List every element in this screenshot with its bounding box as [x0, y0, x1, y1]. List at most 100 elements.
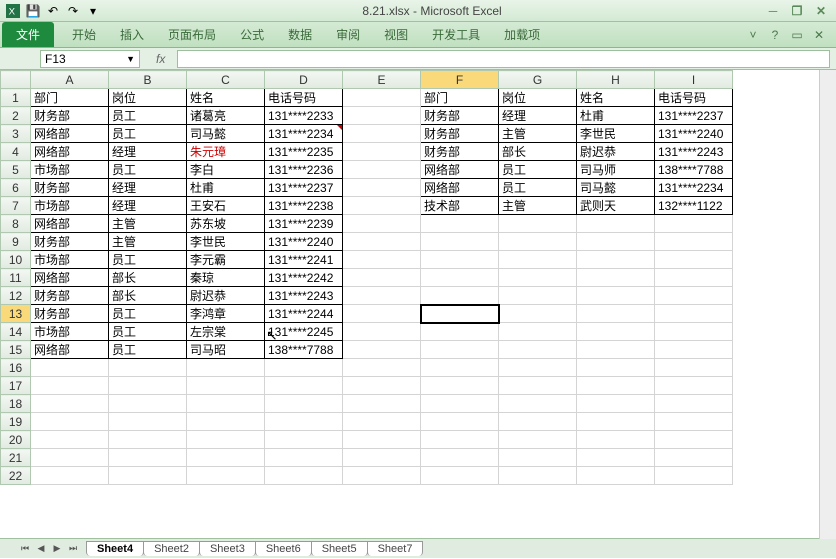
cell[interactable] — [499, 395, 577, 413]
row-header[interactable]: 5 — [1, 161, 31, 179]
cell[interactable]: 员工 — [499, 161, 577, 179]
cell[interactable] — [655, 215, 733, 233]
cell[interactable]: 131****2239 — [265, 215, 343, 233]
cell[interactable] — [577, 449, 655, 467]
cell[interactable] — [343, 233, 421, 251]
cell[interactable]: 秦琼 — [187, 269, 265, 287]
column-header[interactable]: E — [343, 71, 421, 89]
cell[interactable]: 员工 — [109, 323, 187, 341]
cell[interactable]: 李鸿章 — [187, 305, 265, 323]
cell[interactable]: 杜甫 — [577, 107, 655, 125]
cell[interactable]: 131****2243 — [655, 143, 733, 161]
cell[interactable] — [343, 323, 421, 341]
cell[interactable]: 李世民 — [187, 233, 265, 251]
row-header[interactable]: 18 — [1, 395, 31, 413]
row-header[interactable]: 2 — [1, 107, 31, 125]
ribbon-tab[interactable]: 数据 — [276, 22, 324, 47]
cell[interactable]: 部长 — [109, 287, 187, 305]
cell[interactable]: 网络部 — [421, 179, 499, 197]
column-header[interactable]: H — [577, 71, 655, 89]
cell[interactable] — [31, 359, 109, 377]
cell[interactable] — [421, 395, 499, 413]
cell[interactable]: 131****2240 — [265, 233, 343, 251]
cell[interactable]: 司马懿 — [577, 179, 655, 197]
cell[interactable] — [421, 359, 499, 377]
cell[interactable] — [343, 143, 421, 161]
cell[interactable] — [655, 287, 733, 305]
cell[interactable]: 131****2240 — [655, 125, 733, 143]
cell[interactable]: 李白 — [187, 161, 265, 179]
cell[interactable]: 岗位 — [499, 89, 577, 107]
cell[interactable]: 财务部 — [31, 179, 109, 197]
cell[interactable] — [655, 269, 733, 287]
cell[interactable] — [343, 215, 421, 233]
cell[interactable]: 131****2244 — [265, 305, 343, 323]
cell[interactable] — [187, 467, 265, 485]
cell[interactable] — [421, 251, 499, 269]
cell[interactable]: 131****2241 — [265, 251, 343, 269]
cell[interactable]: 网络部 — [421, 161, 499, 179]
column-header[interactable]: I — [655, 71, 733, 89]
row-header[interactable]: 14 — [1, 323, 31, 341]
name-box-dropdown-icon[interactable]: ▼ — [126, 54, 135, 64]
row-header[interactable]: 1 — [1, 89, 31, 107]
cell[interactable] — [577, 269, 655, 287]
cell[interactable]: 员工 — [109, 107, 187, 125]
cell[interactable]: 部门 — [31, 89, 109, 107]
cell[interactable] — [343, 89, 421, 107]
cell[interactable] — [655, 305, 733, 323]
row-header[interactable]: 17 — [1, 377, 31, 395]
cell[interactable] — [499, 359, 577, 377]
sheet-tab[interactable]: Sheet3 — [199, 541, 256, 556]
cell[interactable]: 诸葛亮 — [187, 107, 265, 125]
cell[interactable] — [577, 341, 655, 359]
minimize-button[interactable]: ─ — [762, 2, 784, 20]
row-header[interactable]: 13 — [1, 305, 31, 323]
column-header[interactable]: C — [187, 71, 265, 89]
ribbon-tab[interactable]: 审阅 — [324, 22, 372, 47]
row-header[interactable]: 11 — [1, 269, 31, 287]
ribbon-expand-icon[interactable]: ▭ — [788, 26, 806, 44]
cell[interactable] — [577, 431, 655, 449]
cell[interactable] — [499, 323, 577, 341]
next-sheet-icon[interactable]: ▶ — [50, 542, 64, 556]
cell[interactable] — [31, 377, 109, 395]
cell[interactable]: 经理 — [499, 107, 577, 125]
cell[interactable] — [421, 269, 499, 287]
undo-icon[interactable]: ↶ — [44, 2, 62, 20]
sheet-tab[interactable]: Sheet7 — [367, 541, 424, 556]
ribbon-minimize-icon[interactable]: ˅ — [744, 26, 762, 44]
cell[interactable]: 131****2236 — [265, 161, 343, 179]
cell[interactable] — [31, 395, 109, 413]
cell[interactable] — [577, 251, 655, 269]
row-header[interactable]: 21 — [1, 449, 31, 467]
cell[interactable]: 部门 — [421, 89, 499, 107]
fx-icon[interactable]: fx — [150, 52, 171, 66]
cell[interactable]: 131****2234 — [265, 125, 343, 143]
row-header[interactable]: 3 — [1, 125, 31, 143]
cell[interactable]: 左宗棠 — [187, 323, 265, 341]
cell[interactable]: 技术部 — [421, 197, 499, 215]
cell[interactable]: 131****2237 — [265, 179, 343, 197]
cell[interactable] — [421, 467, 499, 485]
cell[interactable] — [421, 449, 499, 467]
cell[interactable] — [265, 377, 343, 395]
sheet-tab[interactable]: Sheet6 — [255, 541, 312, 556]
cell[interactable]: 财务部 — [421, 107, 499, 125]
cell[interactable]: 主管 — [499, 197, 577, 215]
cell[interactable]: 部长 — [109, 269, 187, 287]
cell[interactable]: 市场部 — [31, 251, 109, 269]
cell[interactable]: 尉迟恭 — [187, 287, 265, 305]
cell[interactable]: 岗位 — [109, 89, 187, 107]
cell[interactable] — [577, 377, 655, 395]
last-sheet-icon[interactable]: ⏭ — [66, 542, 80, 556]
ribbon-tab[interactable]: 页面布局 — [156, 22, 228, 47]
cell[interactable] — [499, 413, 577, 431]
cell[interactable] — [343, 413, 421, 431]
cell[interactable] — [31, 467, 109, 485]
ribbon-tab[interactable]: 开始 — [60, 22, 108, 47]
cell[interactable] — [577, 359, 655, 377]
cell[interactable]: 财务部 — [421, 143, 499, 161]
cell[interactable] — [343, 125, 421, 143]
row-header[interactable]: 22 — [1, 467, 31, 485]
